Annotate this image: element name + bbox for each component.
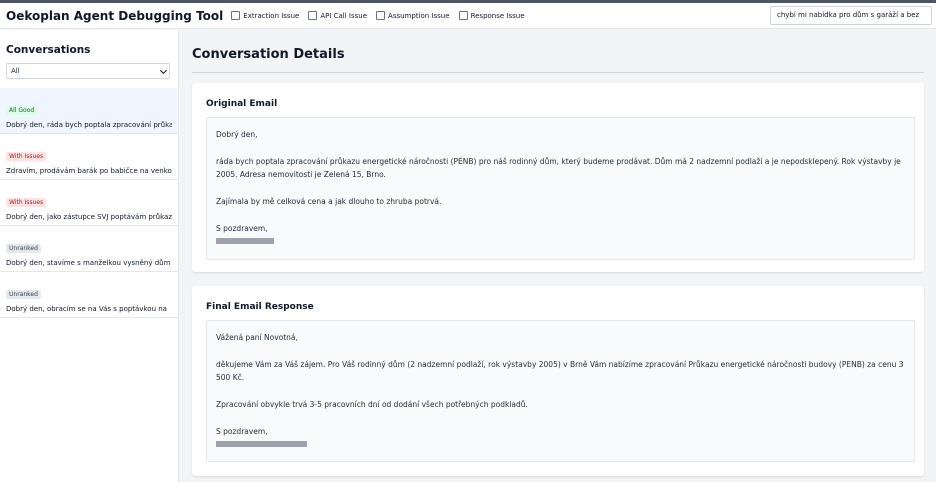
checkbox[interactable] (458, 11, 468, 20)
original-email-card: Original Email Dobrý den, ráda bych popt… (192, 83, 924, 272)
conversation-item[interactable]: Unranked Dobrý den, obracím se na Vás s … (0, 272, 178, 318)
checkbox[interactable] (308, 11, 318, 20)
issue-filters: Extraction Issue API Call Issue Assumpti… (231, 11, 533, 20)
conversation-preview: Dobrý den, jako zástupce SVJ poptávám pr… (6, 213, 172, 221)
status-badge: All Good (6, 106, 38, 115)
filter-extraction-issue[interactable]: Extraction Issue (231, 11, 299, 20)
final-response-card: Final Email Response Vážená paní Novotná… (192, 286, 924, 476)
conversation-filter-select[interactable]: All (6, 63, 170, 79)
filter-response-issue[interactable]: Response Issue (458, 11, 525, 20)
checkbox[interactable] (376, 11, 386, 20)
status-badge: Unranked (6, 290, 41, 299)
card-title: Final Email Response (206, 302, 314, 312)
filter-label: API Call Issue (320, 11, 368, 20)
card-title: Original Email (206, 99, 278, 109)
main-panel: Conversation Details Original Email Dobr… (180, 30, 936, 482)
conversation-list: All Good Dobrý den, ráda bych poptala zp… (0, 88, 178, 318)
status-badge: With Issues (6, 152, 47, 161)
filter-assumption-issue[interactable]: Assumption Issue (376, 11, 450, 20)
checkbox[interactable] (231, 11, 241, 20)
email-closing: S pozdravem, (216, 427, 268, 436)
conversation-item[interactable]: Unranked Dobrý den, stavíme s manželkou … (0, 226, 178, 272)
select-value: All (11, 67, 20, 75)
conversation-item[interactable]: With Issues Zdravím, prodávám barák po b… (0, 134, 178, 180)
chevron-down-icon (159, 66, 168, 75)
email-paragraph: ráda bych poptala zpracování průkazu ene… (216, 157, 901, 179)
email-closing: S pozdravem, (216, 224, 268, 233)
conversation-preview: Dobrý den, obracím se na Vás s poptávkou… (6, 305, 167, 313)
page-title: Conversation Details (192, 47, 345, 62)
response-email-body: Vážená paní Novotná, děkujeme Vám za Váš… (206, 320, 915, 462)
email-paragraph: Zpracování obvykle trvá 3-5 pracovních d… (216, 400, 528, 409)
divider (192, 72, 924, 73)
email-paragraph: děkujeme Vám za Váš zájem. Pro Váš rodin… (216, 360, 904, 382)
conversation-preview: Zdravím, prodávám barák po babičce na ve… (6, 167, 172, 175)
conversation-preview: Dobrý den, stavíme s manželkou vysněný d… (6, 259, 171, 267)
sidebar-title: Conversations (6, 44, 91, 56)
app-title: Oekoplan Agent Debugging Tool (6, 8, 224, 23)
sidebar: Conversations All All Good Dobrý den, rá… (0, 30, 179, 482)
status-badge: With Issues (6, 198, 47, 207)
email-paragraph: Zajímala by mě celková cena a jak dlouho… (216, 197, 442, 206)
filter-api-call-issue[interactable]: API Call Issue (308, 11, 367, 20)
redacted-signature (216, 441, 307, 447)
filter-label: Response Issue (470, 11, 525, 20)
conversation-item[interactable]: All Good Dobrý den, ráda bych poptala zp… (0, 88, 178, 134)
original-email-body: Dobrý den, ráda bych poptala zpracování … (206, 117, 915, 260)
conversation-item[interactable]: With Issues Dobrý den, jako zástupce SVJ… (0, 180, 178, 226)
email-greeting: Vážená paní Novotná, (216, 333, 298, 342)
email-greeting: Dobrý den, (216, 130, 258, 139)
filter-label: Assumption Issue (388, 11, 450, 20)
filter-label: Extraction Issue (243, 11, 300, 20)
header: Oekoplan Agent Debugging Tool Extraction… (0, 3, 936, 29)
redacted-signature (216, 238, 274, 244)
search-input[interactable]: chybí mi nabídka pro dům s garáží a bez (770, 6, 932, 25)
status-badge: Unranked (6, 244, 41, 253)
conversation-preview: Dobrý den, ráda bych poptala zpracování … (6, 121, 172, 129)
